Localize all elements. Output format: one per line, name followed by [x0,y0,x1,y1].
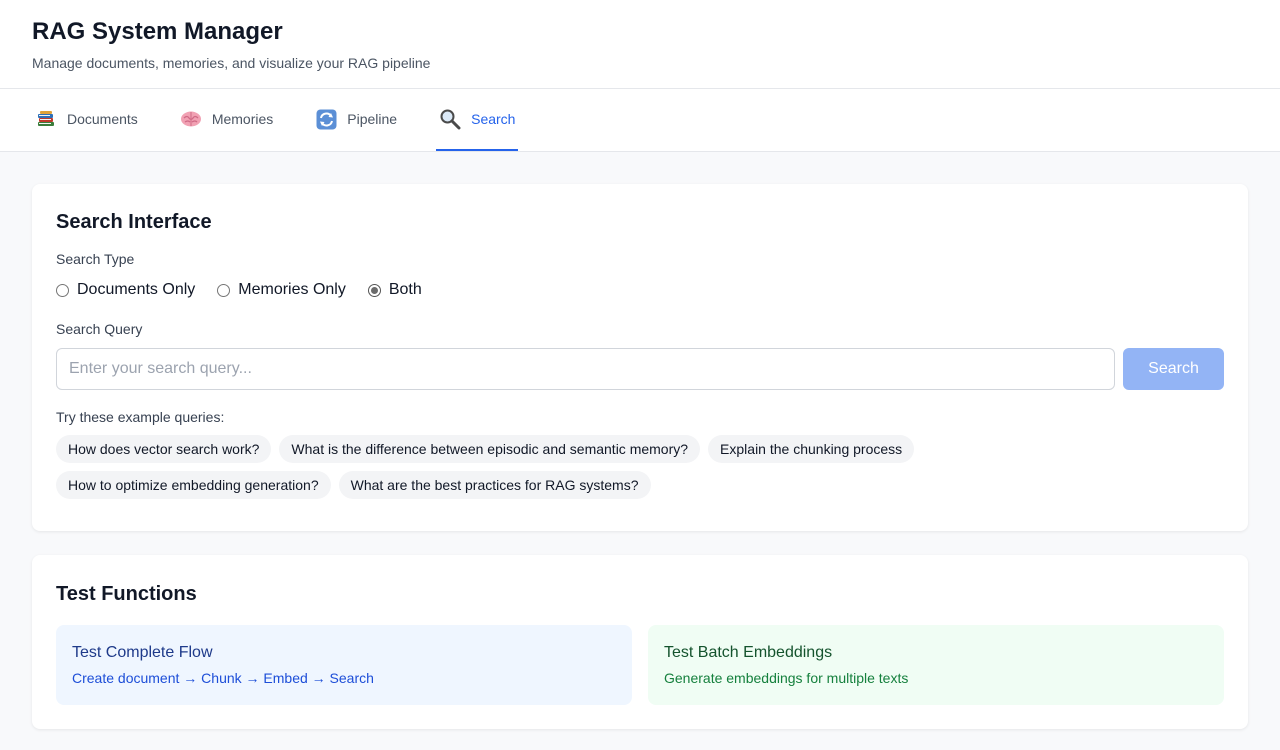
search-card: Search Interface Search Type Documents O… [32,184,1248,531]
test-batch-embeddings-button[interactable]: Test Batch Embeddings Generate embedding… [648,625,1224,705]
search-type-group: Documents Only Memories Only Both [56,280,1224,300]
page-subtitle: Manage documents, memories, and visualiz… [32,55,431,71]
test-title: Test Batch Embeddings [664,644,833,661]
tab-search[interactable]: Search [436,89,519,151]
tab-label: Documents [67,111,138,127]
test-card-title: Test Functions [56,583,197,605]
search-button[interactable]: Search [1123,348,1224,390]
search-row: Search [56,348,1224,390]
radio-documents-only[interactable]: Documents Only [56,281,195,299]
search-type-label: Search Type [56,251,135,267]
page-title: RAG System Manager [32,18,283,45]
test-complete-flow-button[interactable]: Test Complete Flow Create document → Chu… [56,625,632,705]
tab-label: Pipeline [347,111,398,127]
brain-icon [180,108,202,130]
tab-pipeline[interactable]: Pipeline [312,89,400,151]
radio-circle-selected[interactable] [367,283,381,297]
example-query-chip[interactable]: What is the difference between episodic … [279,435,701,463]
tab-label: Search [471,111,516,127]
test-list: Test Complete Flow Create document → Chu… [56,625,1224,705]
radio-both[interactable]: Both [367,281,422,299]
test-functions-card: Test Functions Test Complete Flow Create… [32,555,1248,729]
radio-circle[interactable] [56,283,69,297]
example-query-chip[interactable]: Explain the chunking process [708,435,915,463]
app-header: RAG System Manager Manage documents, mem… [0,0,1280,89]
tab-documents[interactable]: Documents [32,89,141,151]
radio-label: Memories Only [238,281,346,298]
tab-memories[interactable]: Memories [177,89,276,151]
search-query-label: Search Query [56,321,143,337]
examples-label: Try these example queries: [56,409,225,425]
search-card-title: Search Interface [56,211,212,233]
radio-label: Both [388,281,422,298]
example-queries: How does vector search work? What is the… [56,435,986,507]
example-query-chip[interactable]: How to optimize embedding generation? [56,471,331,499]
radio-label: Documents Only [77,281,196,298]
tab-label: Memories [211,111,274,127]
books-icon [35,108,57,130]
main-content: Search Interface Search Type Documents O… [0,152,1280,729]
test-title: Test Complete Flow [72,644,213,661]
example-query-chip[interactable]: What are the best practices for RAG syst… [338,471,651,499]
test-description: Generate embeddings for multiple texts [664,670,909,686]
example-query-chip[interactable]: How does vector search work? [56,435,272,463]
radio-circle[interactable] [217,283,231,297]
search-input[interactable] [56,348,1115,390]
test-description: Create document → Chunk → Embed → Search [72,670,374,686]
cycle-icon [315,108,337,130]
tab-bar: Documents Memories Pipeline Search [0,89,1280,152]
radio-memories-only[interactable]: Memories Only [217,281,346,299]
magnifier-icon [439,108,461,130]
